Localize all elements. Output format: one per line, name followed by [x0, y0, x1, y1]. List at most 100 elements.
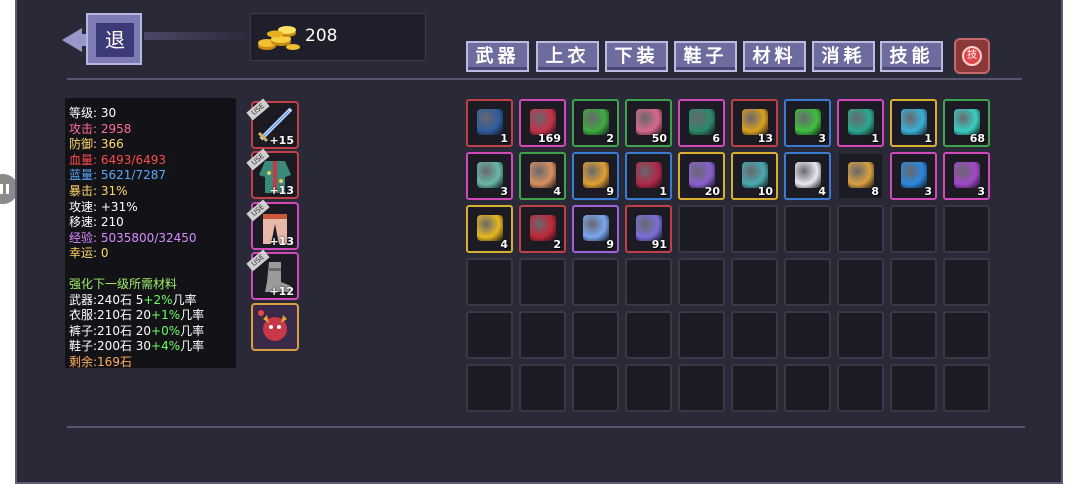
inventory-slot-empty[interactable]	[890, 364, 937, 412]
inventory-slot-item[interactable]: 10	[731, 152, 778, 200]
tab-weapon[interactable]: 武器	[466, 41, 529, 72]
inventory-slot-empty[interactable]	[572, 258, 619, 306]
stat-value: 0	[100, 246, 109, 261]
equip-slot-robe[interactable]: USE +13	[246, 148, 299, 199]
inventory-slot-empty[interactable]	[784, 311, 831, 359]
inventory-slot-item[interactable]: 4	[519, 152, 566, 200]
back-button[interactable]: 退	[62, 12, 144, 68]
inventory-slot-item[interactable]: 13	[731, 99, 778, 147]
upgrade-rate: +1%	[151, 308, 181, 323]
inventory-slot-empty[interactable]	[519, 311, 566, 359]
inventory-slot-item[interactable]: 4	[784, 152, 831, 200]
stat-label: 蓝量:	[69, 168, 98, 183]
inventory-slot-item[interactable]: 2	[519, 205, 566, 253]
gold-counter: 208	[250, 13, 426, 61]
inventory-slot-item[interactable]: 1	[625, 152, 672, 200]
inventory-slot-item[interactable]: 8	[837, 152, 884, 200]
inventory-slot-item[interactable]: 1	[837, 99, 884, 147]
stat-label: 攻击:	[69, 121, 98, 136]
stat-label: 等级:	[69, 106, 98, 120]
equip-slot-weapon[interactable]: USE +15	[246, 98, 299, 149]
inventory-slot-empty[interactable]	[943, 258, 990, 306]
inventory-slot-item[interactable]: 4	[466, 205, 513, 253]
item-count: 3	[500, 185, 508, 198]
inventory-slot-empty[interactable]	[678, 364, 725, 412]
back-trail	[144, 32, 252, 40]
inventory-slot-empty[interactable]	[466, 258, 513, 306]
tab-bottom[interactable]: 下装	[605, 41, 668, 72]
upgrade-label: 裤子:210石 20	[69, 323, 152, 338]
stat-label: 攻速:	[69, 199, 98, 214]
stats-panel: 等级: 30 攻击: 2958 防御: 366 血量: 6493/6493 蓝量…	[65, 98, 236, 369]
inventory-slot-item[interactable]: 9	[572, 205, 619, 253]
tab-materials[interactable]: 材料	[743, 41, 806, 72]
inventory-slot-empty[interactable]	[731, 258, 778, 306]
inventory-slot-item[interactable]: 2	[572, 99, 619, 147]
inventory-slot-empty[interactable]	[784, 258, 831, 306]
inventory-slot-empty[interactable]	[890, 205, 937, 253]
tab-top[interactable]: 上衣	[536, 41, 599, 72]
equip-level: +13	[269, 184, 294, 197]
inventory-slot-item[interactable]: 3	[943, 152, 990, 200]
inventory-slot-item[interactable]: 9	[572, 152, 619, 200]
stat-exp: 经验: 5035800/32450	[69, 231, 232, 247]
inventory-slot-empty[interactable]	[890, 258, 937, 306]
tab-consumables[interactable]: 消耗	[812, 41, 875, 72]
back-label: 退	[96, 23, 134, 57]
stat-crit: 暴击: 31%	[69, 184, 232, 200]
inventory-slot-item[interactable]: 91	[625, 205, 672, 253]
inventory-slot-item[interactable]: 3	[466, 152, 513, 200]
inventory-slot-empty[interactable]	[943, 205, 990, 253]
skill-settings-button[interactable]: 技	[954, 38, 990, 74]
inventory-slot-empty[interactable]	[890, 311, 937, 359]
tab-shoes[interactable]: 鞋子	[674, 41, 737, 72]
pet-icon	[258, 310, 287, 341]
upgrade-shoes: 鞋子:200石 30+4%几率	[69, 339, 232, 355]
inventory-slot-empty[interactable]	[784, 364, 831, 412]
settings-badge-icon: 技	[962, 46, 982, 66]
inventory-slot-empty[interactable]	[837, 205, 884, 253]
inventory-slot-empty[interactable]	[678, 205, 725, 253]
equip-slot-pet[interactable]	[251, 303, 299, 351]
inventory-slot-item[interactable]: 50	[625, 99, 672, 147]
inventory-slot-item[interactable]: 3	[890, 152, 937, 200]
inventory-slot-empty[interactable]	[625, 364, 672, 412]
stat-value: 31%	[100, 183, 128, 198]
inventory-slot-item[interactable]: 169	[519, 99, 566, 147]
tab-skills[interactable]: 技能	[880, 41, 943, 72]
stat-value: 2958	[100, 121, 132, 136]
inventory-slot-empty[interactable]	[837, 364, 884, 412]
inventory-slot-empty[interactable]	[572, 311, 619, 359]
inventory-slot-empty[interactable]	[731, 205, 778, 253]
equip-slot-boots[interactable]: USE +12	[246, 249, 299, 300]
inventory-slot-empty[interactable]	[731, 364, 778, 412]
inventory-slot-empty[interactable]	[625, 311, 672, 359]
upgrade-suffix: 几率	[180, 339, 205, 354]
inventory-slot-empty[interactable]	[837, 258, 884, 306]
stat-hp: 血量: 6493/6493	[69, 153, 232, 169]
inventory-slot-empty[interactable]	[572, 364, 619, 412]
inventory-slot-empty[interactable]	[466, 364, 513, 412]
inventory-slot-empty[interactable]	[678, 311, 725, 359]
inventory-slot-empty[interactable]	[943, 311, 990, 359]
equip-slot-pants[interactable]: USE +13	[246, 199, 299, 250]
inventory-slot-empty[interactable]	[784, 205, 831, 253]
stat-value: 366	[100, 137, 124, 152]
item-count: 20	[704, 185, 720, 198]
inventory-slot-empty[interactable]	[837, 311, 884, 359]
inventory-slot-empty[interactable]	[519, 364, 566, 412]
inventory-slot-empty[interactable]	[943, 364, 990, 412]
inventory-slot-item[interactable]: 68	[943, 99, 990, 147]
inventory-slot-item[interactable]: 20	[678, 152, 725, 200]
inventory-slot-empty[interactable]	[625, 258, 672, 306]
inventory-slot-empty[interactable]	[519, 258, 566, 306]
inventory-slot-item[interactable]: 3	[784, 99, 831, 147]
inventory-slot-item[interactable]: 1	[890, 99, 937, 147]
inventory-slot-empty[interactable]	[466, 311, 513, 359]
inventory-slot-empty[interactable]	[731, 311, 778, 359]
inventory-slot-item[interactable]: 1	[466, 99, 513, 147]
stat-label: 血量:	[69, 152, 98, 167]
inventory-slot-empty[interactable]	[678, 258, 725, 306]
upgrade-suffix: 几率	[180, 323, 205, 338]
inventory-slot-item[interactable]: 6	[678, 99, 725, 147]
